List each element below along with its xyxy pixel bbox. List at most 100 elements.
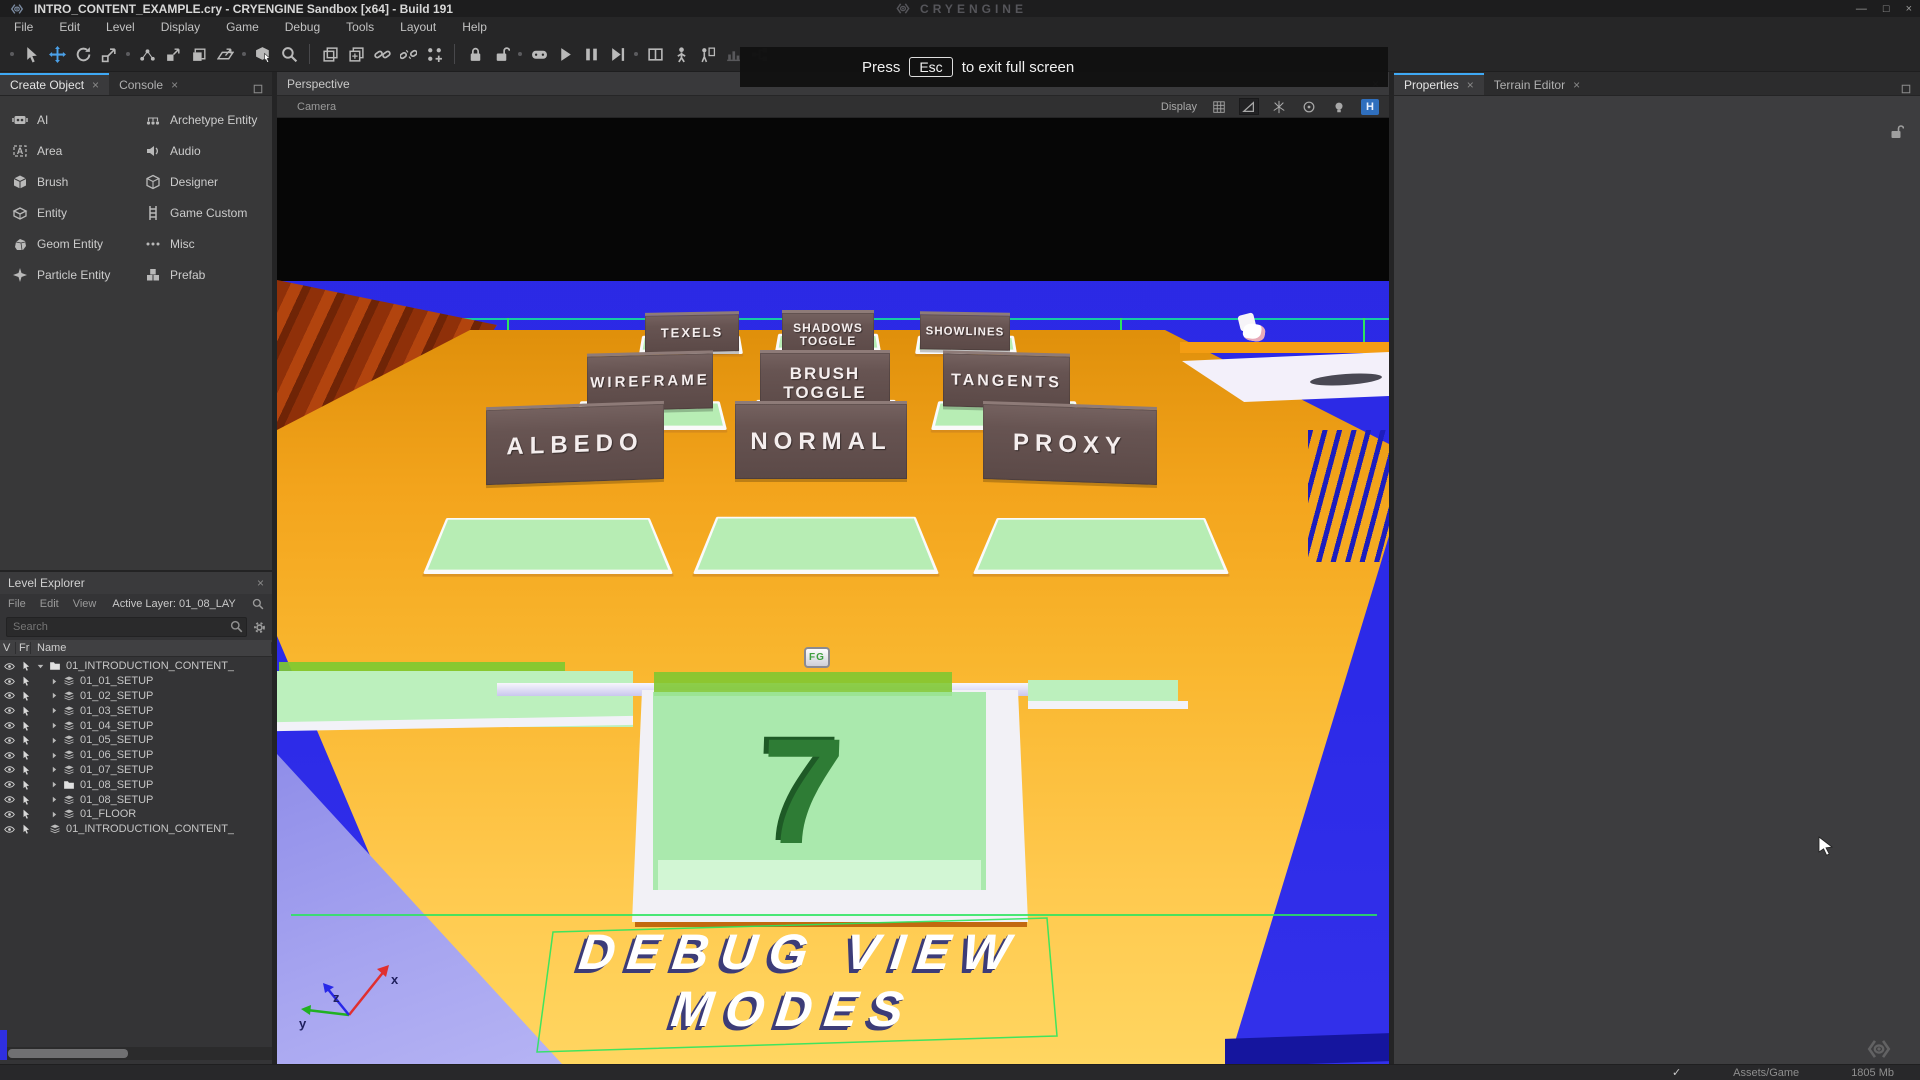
menu-tools[interactable]: Tools: [346, 20, 374, 34]
le-menu-edit[interactable]: Edit: [40, 598, 59, 610]
selectable-cursor-icon[interactable]: [21, 824, 31, 834]
visibility-eye-icon[interactable]: [4, 676, 15, 687]
create-item-entity[interactable]: Entity: [12, 197, 145, 228]
display-focus-button[interactable]: [1299, 98, 1319, 115]
pause-button[interactable]: [578, 41, 604, 67]
maximize-button[interactable]: □: [1883, 3, 1890, 15]
menu-game[interactable]: Game: [226, 20, 259, 34]
tab-perspective[interactable]: Perspective: [287, 77, 350, 91]
horizontal-scrollbar[interactable]: [0, 1047, 272, 1060]
game-controller-button[interactable]: [526, 41, 552, 67]
visibility-eye-icon[interactable]: [4, 809, 15, 820]
menu-debug[interactable]: Debug: [285, 20, 320, 34]
sign-proxy[interactable]: PROXY: [983, 401, 1157, 485]
visibility-eye-icon[interactable]: [4, 705, 15, 716]
close-button[interactable]: ×: [1906, 3, 1912, 15]
display-grid-button[interactable]: [1209, 98, 1229, 115]
selectable-cursor-icon[interactable]: [21, 691, 31, 701]
display-menu[interactable]: Display: [1161, 101, 1197, 113]
create-item-audio[interactable]: Audio: [145, 135, 278, 166]
tab-close-icon[interactable]: ×: [92, 78, 99, 92]
tab-create-object[interactable]: Create Object×: [0, 73, 109, 95]
visibility-eye-icon[interactable]: [4, 735, 15, 746]
active-layer-label[interactable]: Active Layer: 01_08_LAY: [112, 598, 235, 610]
measure-button[interactable]: [694, 41, 720, 67]
tab-close-icon[interactable]: ×: [171, 78, 178, 92]
tree-row[interactable]: 01_05_SETUP: [0, 733, 272, 748]
minimize-button[interactable]: —: [1856, 3, 1867, 15]
display-light-button[interactable]: [1329, 98, 1349, 115]
menu-layout[interactable]: Layout: [400, 20, 436, 34]
tree-row[interactable]: 01_07_SETUP: [0, 763, 272, 778]
caret-down-icon[interactable]: [36, 662, 45, 671]
scale-tool-button[interactable]: [96, 41, 122, 67]
visibility-eye-icon[interactable]: [4, 690, 15, 701]
step-forward-button[interactable]: [604, 41, 630, 67]
visibility-eye-icon[interactable]: [4, 779, 15, 790]
create-item-designer[interactable]: Designer: [145, 166, 278, 197]
tab-console[interactable]: Console×: [109, 73, 188, 95]
zoom-tool-button[interactable]: [276, 41, 302, 67]
tab-properties[interactable]: Properties×: [1394, 73, 1484, 95]
caret-right-icon[interactable]: [50, 706, 59, 715]
tree-row[interactable]: 01_03_SETUP: [0, 703, 272, 718]
tree-row[interactable]: 01_FLOOR: [0, 807, 272, 822]
sign-normal[interactable]: NORMAL: [735, 401, 907, 479]
select-tool-button[interactable]: [18, 41, 44, 67]
create-item-misc[interactable]: Misc: [145, 228, 278, 259]
visibility-eye-icon[interactable]: [4, 750, 15, 761]
copy-button[interactable]: [343, 41, 369, 67]
create-item-prefab[interactable]: Prefab: [145, 259, 278, 290]
menu-level[interactable]: Level: [106, 20, 135, 34]
caret-right-icon[interactable]: [50, 736, 59, 745]
selectable-cursor-icon[interactable]: [21, 809, 31, 819]
snap-vertex-button[interactable]: [134, 41, 160, 67]
sign-albedo[interactable]: ALBEDO: [486, 401, 664, 485]
person-button[interactable]: [668, 41, 694, 67]
tree-row[interactable]: 01_INTRODUCTION_CONTENT_: [0, 822, 272, 837]
visibility-eye-icon[interactable]: [4, 794, 15, 805]
search-input[interactable]: [6, 617, 247, 637]
caret-right-icon[interactable]: [50, 810, 59, 819]
play-button[interactable]: [552, 41, 578, 67]
visibility-eye-icon[interactable]: [4, 661, 15, 672]
visibility-eye-icon[interactable]: [4, 764, 15, 775]
select-object-button[interactable]: [250, 41, 276, 67]
visibility-eye-icon[interactable]: [4, 720, 15, 731]
caret-right-icon[interactable]: [50, 795, 59, 804]
tab-terrain-editor[interactable]: Terrain Editor×: [1484, 73, 1590, 95]
create-item-game-custom[interactable]: Game Custom: [145, 197, 278, 228]
viewport-3d-scene[interactable]: TEXELSSHADOWSTOGGLESHOWLINESWIREFRAMEBRU…: [277, 118, 1389, 1064]
display-angle-button[interactable]: [1239, 98, 1259, 115]
create-item-ai[interactable]: AI: [12, 104, 145, 135]
visibility-eye-icon[interactable]: [4, 824, 15, 835]
menu-file[interactable]: File: [14, 20, 33, 34]
selectable-cursor-icon[interactable]: [21, 721, 31, 731]
tree-row[interactable]: 01_08_SETUP: [0, 777, 272, 792]
selectable-cursor-icon[interactable]: [21, 706, 31, 716]
group-add-button[interactable]: [421, 41, 447, 67]
caret-right-icon[interactable]: [50, 751, 59, 760]
tree-row[interactable]: 01_06_SETUP: [0, 748, 272, 763]
menu-edit[interactable]: Edit: [59, 20, 80, 34]
duplicate-button[interactable]: [317, 41, 343, 67]
gear-icon[interactable]: [253, 621, 266, 634]
link-button[interactable]: [369, 41, 395, 67]
selectable-cursor-icon[interactable]: [21, 661, 31, 671]
level-explorer-close-icon[interactable]: ×: [257, 576, 264, 590]
lock-button[interactable]: [462, 41, 488, 67]
le-menu-view[interactable]: View: [73, 598, 97, 610]
display-axis-button[interactable]: [1269, 98, 1289, 115]
selectable-cursor-icon[interactable]: [21, 676, 31, 686]
create-item-brush[interactable]: Brush: [12, 166, 145, 197]
tree-row[interactable]: 01_INTRODUCTION_CONTENT_: [0, 659, 272, 674]
menu-help[interactable]: Help: [462, 20, 487, 34]
tab-close-icon[interactable]: ×: [1467, 78, 1474, 92]
tree-row[interactable]: 01_02_SETUP: [0, 689, 272, 704]
selectable-cursor-icon[interactable]: [21, 780, 31, 790]
scrollbar-thumb[interactable]: [8, 1049, 128, 1058]
selectable-cursor-icon[interactable]: [21, 735, 31, 745]
tree-row[interactable]: 01_01_SETUP: [0, 674, 272, 689]
unlock-button[interactable]: [488, 41, 514, 67]
helpers-toggle-button[interactable]: H: [1361, 99, 1379, 115]
